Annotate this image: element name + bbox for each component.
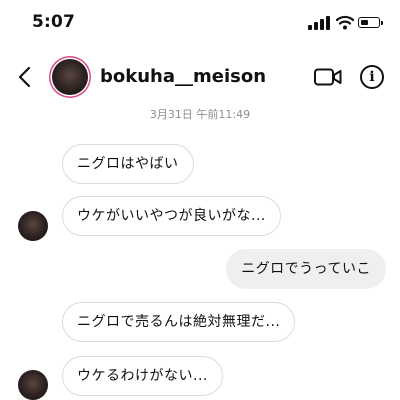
message-bubble-incoming[interactable]: ウケがいいやつが良いがな... [62,196,281,236]
date-divider: 3月31日 午前11:49 [149,108,251,121]
battery-level [360,19,368,25]
chat-header: bokuha__meison i [0,48,400,106]
back-arrow-icon[interactable] [14,64,38,90]
status-bar: 5:07 [0,0,400,44]
signal-icon [308,16,330,30]
wifi-icon [336,15,354,30]
status-icons [308,14,383,30]
message-bubble-incoming[interactable]: ニグロで売るんは絶対無理だ... [62,302,296,342]
info-icon[interactable]: i [360,65,384,89]
message-avatar [18,370,48,400]
battery-icon [358,17,383,28]
username[interactable]: bokuha__meison [100,66,266,87]
message-bubble-outgoing[interactable]: ニグロでうっていこ [226,249,386,289]
message-bubble-incoming[interactable]: ニグロはやばい [62,144,194,184]
message-avatar [18,211,48,241]
header-avatar[interactable] [52,59,88,95]
video-call-icon[interactable] [314,68,342,86]
status-time: 5:07 [32,12,76,32]
message-bubble-incoming[interactable]: ウケるわけがない... [62,356,223,396]
